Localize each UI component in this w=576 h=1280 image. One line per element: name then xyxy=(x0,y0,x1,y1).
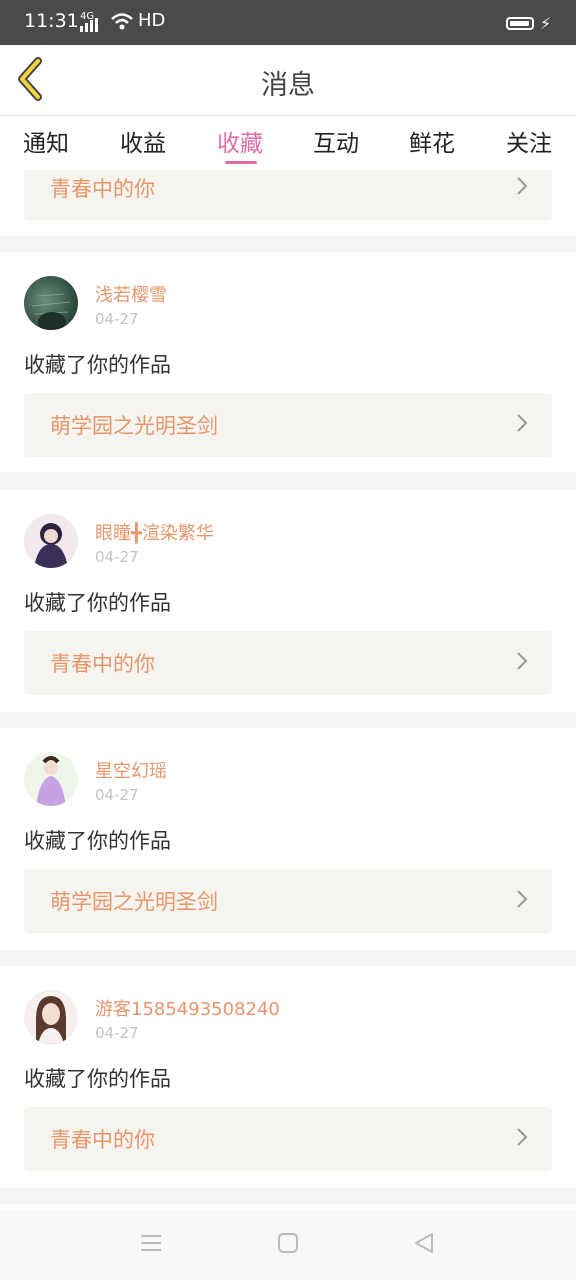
user-name[interactable]: 星空幻瑶 xyxy=(95,757,167,783)
work-title: 萌学园之光明圣剑 xyxy=(50,890,218,914)
battery-icon xyxy=(506,17,534,30)
signal-bars-icon xyxy=(80,18,98,32)
chevron-right-icon xyxy=(517,414,528,432)
message-text: 收藏了你的作品 xyxy=(24,591,171,615)
charging-icon: ⚡ xyxy=(540,14,552,33)
work-title: 青春中的你 xyxy=(50,1128,155,1152)
divider xyxy=(0,472,576,488)
header: 消息 xyxy=(0,45,576,116)
tab-notifications[interactable]: 通知 xyxy=(23,124,69,158)
status-bar: 11:31 4G HD ⚡ xyxy=(0,0,576,45)
user-name[interactable]: 游客1585493508240 xyxy=(95,995,280,1021)
message-text: 收藏了你的作品 xyxy=(24,353,171,377)
tab-following[interactable]: 关注 xyxy=(506,124,552,158)
back-nav-icon[interactable] xyxy=(413,1232,435,1254)
avatar[interactable] xyxy=(24,752,78,806)
avatar[interactable] xyxy=(24,990,78,1044)
system-nav-bar xyxy=(0,1210,576,1280)
work-link[interactable]: 青春中的你 xyxy=(24,1107,552,1171)
chevron-right-icon xyxy=(517,652,528,670)
message-list[interactable]: 青春中的你 浅若樱雪 04-27 收藏了你的作品 萌学园之光明圣剑 眼瞳╋渲染繁… xyxy=(0,170,576,1210)
avatar[interactable] xyxy=(24,276,78,330)
hd-label: HD xyxy=(138,10,166,31)
tab-interactions[interactable]: 互动 xyxy=(313,124,359,158)
message-date: 04-27 xyxy=(95,1024,139,1042)
chevron-right-icon xyxy=(517,890,528,908)
list-item: 游客1585493508240 04-27 收藏了你的作品 青春中的你 xyxy=(0,966,576,1188)
message-date: 04-27 xyxy=(95,548,139,566)
list-item: 浅若樱雪 04-27 收藏了你的作品 萌学园之光明圣剑 xyxy=(0,252,576,472)
divider xyxy=(0,1188,576,1204)
signal-icon: 4G xyxy=(80,12,98,32)
message-text: 收藏了你的作品 xyxy=(24,1067,171,1091)
list-item: 星空幻瑶 04-27 收藏了你的作品 萌学园之光明圣剑 xyxy=(0,728,576,950)
menu-icon[interactable] xyxy=(140,1232,162,1254)
status-time: 11:31 xyxy=(24,10,79,32)
tab-active-indicator xyxy=(225,161,257,164)
tab-favorites[interactable]: 收藏 xyxy=(217,124,263,158)
list-item: 眼瞳╋渲染繁华 04-27 收藏了你的作品 青春中的你 xyxy=(0,490,576,712)
home-icon[interactable] xyxy=(277,1232,299,1254)
work-title: 青春中的你 xyxy=(50,177,155,201)
wifi-icon xyxy=(111,13,133,30)
work-link[interactable]: 青春中的你 xyxy=(24,170,552,220)
divider xyxy=(0,950,576,966)
tab-earnings[interactable]: 收益 xyxy=(120,124,166,158)
tab-bar: 通知 收益 收藏 互动 鲜花 关注 xyxy=(0,116,576,170)
work-title: 青春中的你 xyxy=(50,652,155,676)
message-date: 04-27 xyxy=(95,786,139,804)
work-link[interactable]: 青春中的你 xyxy=(24,631,552,695)
work-link[interactable]: 萌学园之光明圣剑 xyxy=(24,869,552,933)
divider xyxy=(0,236,576,252)
user-name[interactable]: 浅若樱雪 xyxy=(95,281,167,307)
list-item: 青春中的你 xyxy=(0,170,576,236)
divider xyxy=(0,712,576,728)
message-text: 收藏了你的作品 xyxy=(24,829,171,853)
tab-flowers[interactable]: 鲜花 xyxy=(409,124,455,158)
user-name[interactable]: 眼瞳╋渲染繁华 xyxy=(95,519,214,545)
page-title: 消息 xyxy=(261,70,315,101)
chevron-right-icon xyxy=(517,1128,528,1146)
work-title: 萌学园之光明圣剑 xyxy=(50,414,218,438)
message-date: 04-27 xyxy=(95,310,139,328)
avatar[interactable] xyxy=(24,514,78,568)
work-link[interactable]: 萌学园之光明圣剑 xyxy=(24,393,552,457)
chevron-right-icon xyxy=(517,177,528,195)
